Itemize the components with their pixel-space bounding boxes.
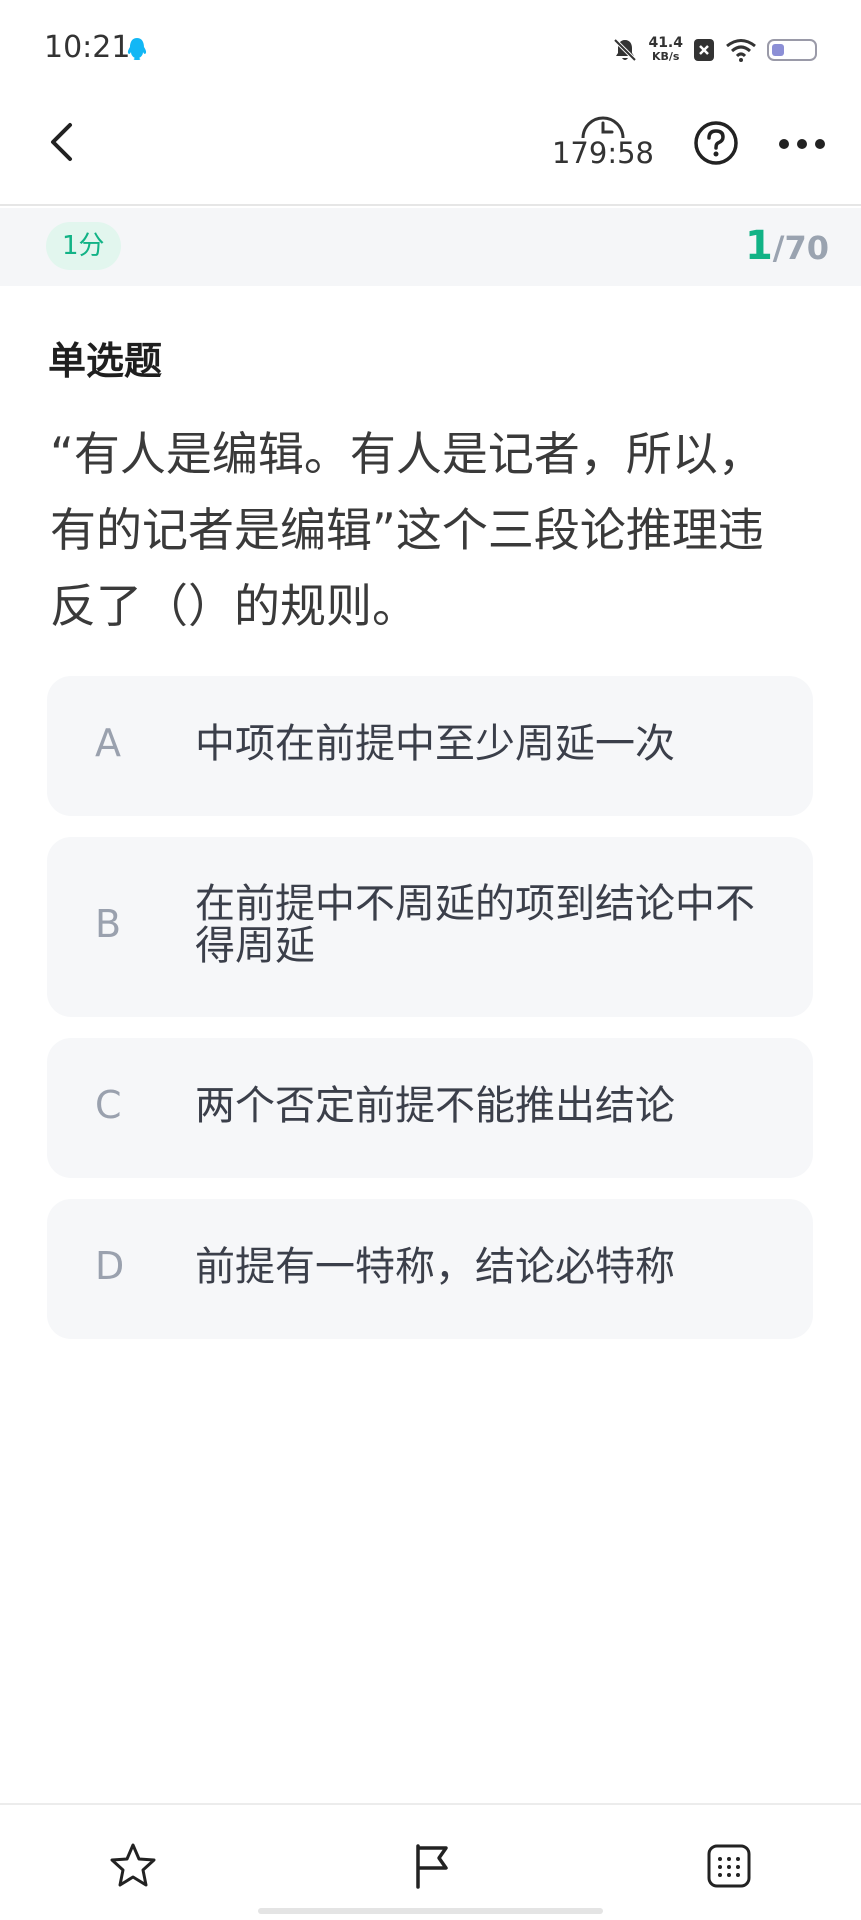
question-stem: “有人是编辑。有人是记者，所以，有的记者是编辑”这个三段论推理违反了（）的规则。 bbox=[50, 427, 764, 633]
back-button[interactable] bbox=[40, 120, 84, 164]
option-text: 中项在前提中至少周延一次 bbox=[195, 721, 675, 767]
qq-icon bbox=[127, 38, 147, 60]
flag-icon[interactable] bbox=[408, 1841, 458, 1891]
status-bar: 10:21 41.4 KB/s bbox=[0, 0, 861, 100]
star-icon[interactable] bbox=[108, 1841, 158, 1891]
battery-icon bbox=[767, 39, 817, 61]
option-c[interactable]: C 两个否定前提不能推出结论 bbox=[47, 1038, 813, 1178]
header: 179:58 bbox=[0, 100, 861, 206]
chevron-left-icon bbox=[51, 123, 72, 161]
score-bar: 1分 1/70 bbox=[0, 208, 861, 286]
home-indicator[interactable] bbox=[258, 1908, 603, 1914]
more-dots-icon[interactable] bbox=[777, 124, 827, 164]
exam-screen: 10:21 41.4 KB/s 179:58 1分 1/70 单选题 “有人是编… bbox=[0, 0, 861, 1920]
bottom-toolbar bbox=[0, 1803, 861, 1920]
timer[interactable]: 179:58 bbox=[551, 114, 655, 170]
status-icons: 41.4 KB/s bbox=[612, 30, 817, 70]
net-speed-value: 41.4 bbox=[648, 35, 683, 51]
option-text: 在前提中不周延的项到结论中不得周延 bbox=[195, 881, 755, 969]
option-letter: B bbox=[95, 902, 122, 946]
option-d[interactable]: D 前提有一特称，结论必特称 bbox=[47, 1199, 813, 1339]
question-type: 单选题 bbox=[48, 339, 163, 383]
option-text: 两个否定前提不能推出结论 bbox=[195, 1083, 675, 1129]
sim-blocked-icon bbox=[694, 39, 714, 61]
option-letter: A bbox=[95, 721, 121, 765]
help-button[interactable] bbox=[693, 120, 739, 166]
wifi-icon bbox=[726, 39, 756, 62]
progress-current: 1 bbox=[744, 223, 773, 269]
option-b[interactable]: B 在前提中不周延的项到结论中不得周延 bbox=[47, 837, 813, 1017]
option-text: 前提有一特称，结论必特称 bbox=[195, 1244, 675, 1290]
score-badge: 1分 bbox=[46, 222, 121, 270]
net-speed-unit: KB/s bbox=[651, 50, 680, 63]
status-time: 10:21 bbox=[44, 30, 131, 65]
option-a[interactable]: A 中项在前提中至少周延一次 bbox=[47, 676, 813, 816]
grid-icon[interactable] bbox=[704, 1841, 754, 1891]
progress-total: /70 bbox=[772, 229, 829, 267]
net-speed: 41.4 KB/s bbox=[648, 36, 683, 64]
battery-level bbox=[772, 44, 784, 56]
option-letter: C bbox=[95, 1083, 122, 1127]
question-progress: 1/70 bbox=[745, 220, 829, 274]
bell-muted-icon bbox=[614, 38, 637, 62]
option-letter: D bbox=[95, 1244, 125, 1288]
timer-text: 179:58 bbox=[551, 136, 655, 170]
